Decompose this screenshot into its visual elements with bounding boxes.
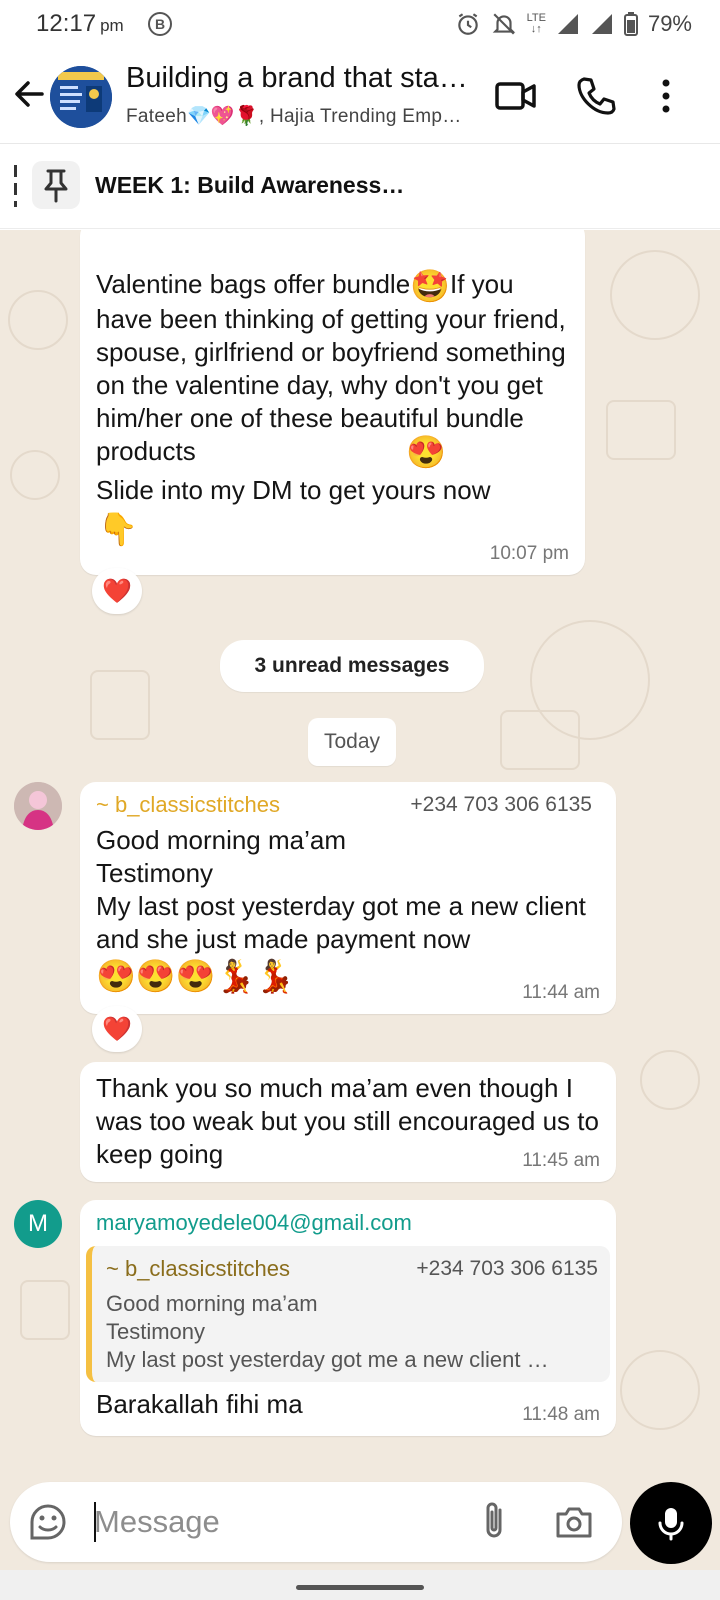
- pinned-message-text: WEEK 1: Build Awareness…: [95, 172, 405, 198]
- camera-icon: [556, 1507, 592, 1538]
- message-bubble[interactable]: Thank you so much ma’am even though I wa…: [80, 1062, 616, 1182]
- emoji-row: 😍😍😍💃💃: [96, 958, 296, 994]
- message-text-cta: Slide into my DM to get yours now: [96, 475, 491, 505]
- signal-icon: [557, 14, 578, 34]
- microphone-icon: [658, 1508, 684, 1541]
- date-divider: Today: [308, 718, 396, 766]
- more-options-button[interactable]: [650, 74, 680, 118]
- input-bar: Message: [0, 1470, 720, 1600]
- wallpaper-doodle: [20, 1280, 70, 1340]
- group-avatar[interactable]: [50, 66, 112, 128]
- alarm-icon: [457, 13, 478, 35]
- wallpaper-doodle: [610, 250, 700, 340]
- message-bubble[interactable]: ~ b_classicstitches +234 703 306 6135 Go…: [80, 782, 616, 1014]
- sender-name[interactable]: maryamoyedele004@gmail.com: [96, 1210, 412, 1236]
- video-call-button[interactable]: [494, 74, 538, 118]
- message-text: Valentine bags offer bundle🤩If you have …: [96, 267, 566, 466]
- quote-sender-phone: +234 703 306 6135: [416, 1257, 598, 1280]
- wallpaper-doodle: [8, 290, 68, 350]
- reaction-heart[interactable]: ❤️: [92, 568, 142, 614]
- heart-icon: ❤️: [102, 577, 132, 605]
- phone-icon: [577, 77, 616, 115]
- back-button[interactable]: [12, 74, 48, 114]
- status-icons: LTE ↓↑ 79%: [455, 8, 692, 40]
- group-title[interactable]: Building a brand that sta…: [126, 62, 476, 95]
- attach-button[interactable]: [474, 1500, 514, 1549]
- wallpaper-doodle: [10, 450, 60, 500]
- sticker-button[interactable]: [26, 1500, 70, 1549]
- quote-text: Good morning ma’am Testimony My last pos…: [106, 1291, 549, 1372]
- more-vertical-icon: [662, 79, 670, 113]
- mute-notifications-icon: [492, 13, 515, 35]
- chat-header: Building a brand that sta… Fateeh💎💖🌹, Ha…: [0, 48, 720, 144]
- quote-sender-name: ~ b_classicstitches: [106, 1256, 291, 1281]
- pointing-down-emoji: 👇: [98, 511, 138, 547]
- wallpaper-doodle: [620, 1350, 700, 1430]
- wallpaper-doodle: [606, 400, 676, 460]
- signal-2-icon: [591, 14, 612, 34]
- sender-phone: +234 703 306 6135: [410, 793, 592, 816]
- battery-icon: [623, 12, 638, 36]
- pinned-message-bar[interactable]: WEEK 1: Build Awareness…: [0, 145, 720, 229]
- sender-avatar[interactable]: M: [14, 1200, 62, 1248]
- voice-call-button[interactable]: [574, 74, 618, 118]
- lte-icon: LTE ↓↑: [526, 12, 546, 35]
- message-text: Barakallah fihi ma: [96, 1389, 303, 1419]
- message-input-box[interactable]: Message: [10, 1482, 622, 1562]
- message-bubble[interactable]: Valentine bags offer bundle🤩If you have …: [80, 230, 585, 575]
- sender-avatar[interactable]: [14, 782, 62, 830]
- arrow-left-icon: [15, 81, 44, 107]
- message-time: 11:45 am: [522, 1150, 600, 1171]
- group-members[interactable]: Fateeh💎💖🌹, Hajia Trending Emp…: [126, 104, 476, 128]
- clock: 12:17 pm: [36, 10, 124, 37]
- wallpaper-doodle: [640, 1050, 700, 1110]
- sender-name[interactable]: ~ b_classicstitches: [96, 792, 280, 818]
- pin-indicator: [14, 165, 17, 207]
- status-bar: 12:17 pm B LTE ↓↑ 79%: [0, 0, 720, 48]
- battery-percent: 79%: [647, 11, 692, 36]
- message-bubble[interactable]: maryamoyedele004@gmail.com ~ b_classicst…: [80, 1200, 616, 1436]
- heart-eyes-emoji: 😍: [406, 434, 446, 470]
- pin-icon-box: [32, 161, 80, 209]
- message-input[interactable]: Message: [94, 1504, 220, 1540]
- message-text: Good morning ma’am Testimony My last pos…: [96, 825, 586, 954]
- message-time: 11:44 am: [522, 982, 600, 1003]
- reaction-heart[interactable]: ❤️: [92, 1006, 142, 1052]
- quoted-message[interactable]: ~ b_classicstitches +234 703 306 6135 Go…: [86, 1246, 610, 1382]
- chat-area[interactable]: Valentine bags offer bundle🤩If you have …: [0, 230, 720, 1570]
- paperclip-icon: [486, 1502, 502, 1538]
- b-badge-icon: B: [148, 12, 172, 36]
- heart-icon: ❤️: [102, 1015, 132, 1043]
- wallpaper-doodle: [500, 710, 580, 770]
- camera-button[interactable]: [552, 1500, 596, 1549]
- message-time: 11:48 am: [522, 1404, 600, 1425]
- message-time: 10:07 pm: [489, 543, 569, 564]
- voice-record-button[interactable]: [630, 1482, 712, 1564]
- unread-messages-badge: 3 unread messages: [220, 640, 484, 692]
- home-indicator[interactable]: [296, 1585, 424, 1590]
- pin-icon: [44, 169, 68, 203]
- sticker-icon: [30, 1504, 66, 1540]
- wallpaper-doodle: [90, 670, 150, 740]
- video-camera-icon: [495, 82, 536, 110]
